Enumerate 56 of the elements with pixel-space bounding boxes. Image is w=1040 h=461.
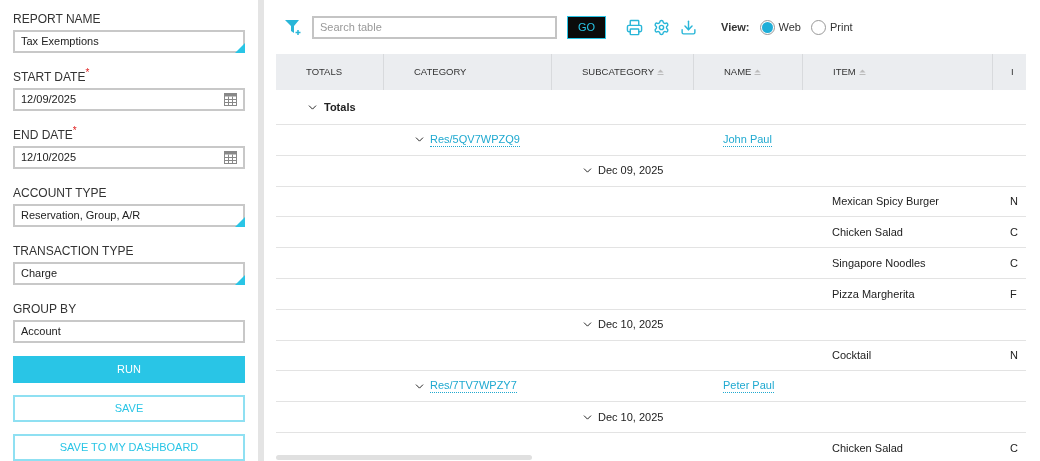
search-field[interactable]: Search table — [312, 15, 557, 39]
radio-button[interactable] — [759, 19, 775, 35]
sort-icon[interactable] — [858, 68, 866, 76]
column-header[interactable]: ITEM — [802, 54, 992, 90]
sort-icon[interactable] — [754, 68, 762, 76]
table-cell-text: F — [1010, 286, 1017, 302]
corner-marker-icon — [235, 217, 245, 227]
go-button[interactable]: GO — [567, 15, 606, 39]
field-label: TRANSACTION TYPE — [13, 243, 134, 260]
column-header[interactable]: I — [992, 54, 1026, 90]
table-cell-text: C — [1010, 225, 1018, 241]
table-cell-text: Dec 10, 2025 — [598, 409, 664, 425]
column-header[interactable]: CATEGORY — [383, 54, 551, 90]
column-header[interactable]: NAME — [693, 54, 802, 90]
calendar-icon[interactable] — [224, 151, 237, 164]
date-field[interactable]: 12/10/2025 — [13, 146, 245, 169]
table-cell-text: Singapore Noodles — [832, 255, 926, 271]
settings-icon[interactable] — [653, 18, 670, 36]
select-field[interactable]: Charge — [13, 262, 245, 285]
column-header[interactable]: SUBCATEGORY — [551, 54, 693, 90]
scrollbar-thumb[interactable] — [276, 455, 532, 460]
table-cell-text: Dec 09, 2025 — [598, 163, 664, 179]
printer-icon[interactable] — [626, 18, 643, 36]
download-icon[interactable] — [680, 18, 697, 36]
corner-marker-icon — [235, 275, 245, 285]
required-asterisk: * — [72, 126, 77, 136]
select-field[interactable]: Tax Exemptions — [13, 30, 245, 53]
table-cell-text: Chicken Salad — [832, 440, 903, 454]
table-cell-text: Dec 10, 2025 — [598, 317, 664, 333]
field-label: ACCOUNT TYPE — [13, 185, 107, 202]
table-cell-text: C — [1010, 440, 1018, 454]
table-cell-text: N — [1010, 194, 1018, 210]
radio-label[interactable]: Print — [829, 18, 853, 36]
table-cell-text: Mexican Spicy Burger — [832, 194, 939, 210]
required-asterisk: * — [85, 68, 90, 78]
field-label: END DATE — [13, 128, 73, 144]
select-field[interactable]: Reservation, Group, A/R — [13, 204, 245, 227]
date-field[interactable]: 12/09/2025 — [13, 88, 245, 111]
field-label: START DATE — [13, 70, 86, 86]
table-cell-text: Totals — [324, 99, 356, 115]
field-label: GROUP BY — [13, 301, 77, 318]
filter-add-icon[interactable] — [284, 18, 302, 36]
input-field[interactable]: Account — [13, 320, 245, 343]
radio-label[interactable]: Web — [778, 18, 801, 36]
field-label: REPORT NAME — [13, 11, 101, 28]
table-cell-text: Chicken Salad — [832, 225, 903, 241]
corner-marker-icon — [235, 43, 245, 53]
table-cell-text: Cocktail — [832, 348, 872, 364]
view-label: View: — [721, 19, 750, 35]
radio-button[interactable] — [810, 19, 826, 35]
table-cell-text: N — [1010, 348, 1018, 364]
column-header[interactable]: TOTALS — [276, 54, 383, 90]
calendar-icon[interactable] — [224, 93, 237, 106]
sort-icon[interactable] — [657, 68, 664, 76]
table-cell-text: C — [1010, 255, 1018, 271]
table-cell-text: Pizza Margherita — [832, 286, 915, 302]
